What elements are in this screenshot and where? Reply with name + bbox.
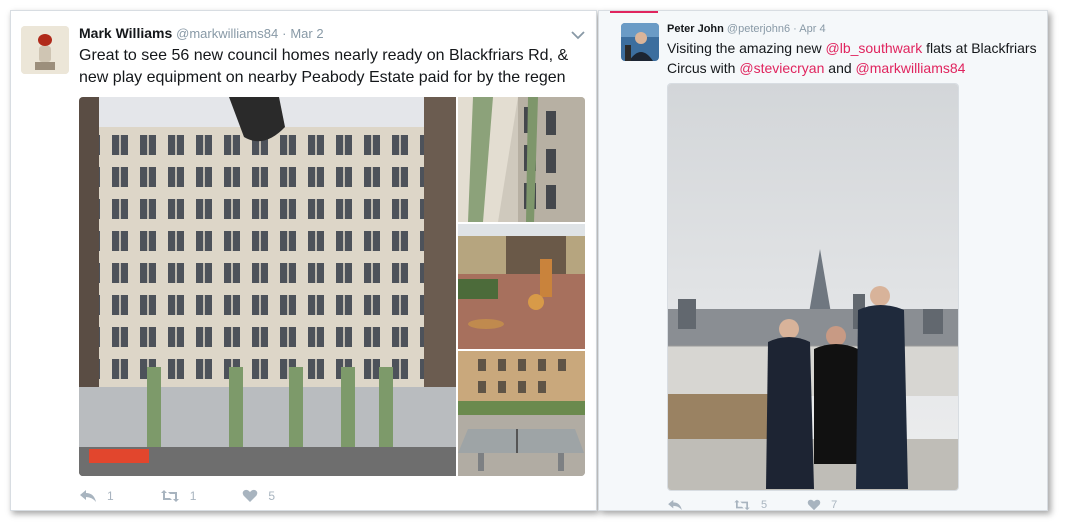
tweet-card-peter-john[interactable]: Peter John @peterjohn6 · Apr 4 Visiting … [598, 10, 1048, 511]
text-segment: Visiting the amazing new [667, 40, 826, 56]
author-name[interactable]: Peter John [667, 23, 724, 35]
separator-dot: · [282, 26, 287, 41]
tweet-card-mark-williams[interactable]: Mark Williams @markwilliams84 · Mar 2 Gr… [10, 10, 597, 511]
photo-rooftop-group[interactable] [667, 83, 959, 491]
retweet-button[interactable]: 1 [160, 489, 197, 503]
avatar[interactable] [621, 23, 659, 61]
mention-link[interactable]: @markwilliams84 [856, 60, 966, 76]
author-handle[interactable]: @peterjohn6 [727, 23, 790, 35]
heart-icon [807, 499, 821, 510]
retweet-icon [734, 499, 750, 510]
heart-icon [243, 489, 258, 502]
photo-building-main[interactable] [79, 97, 456, 476]
tweet-date[interactable]: Mar 2 [290, 26, 323, 41]
separator-dot: · [793, 23, 797, 35]
reply-button[interactable]: 1 [79, 489, 114, 503]
tweet-date[interactable]: Apr 4 [799, 23, 825, 35]
retweet-button[interactable]: 5 [733, 499, 768, 511]
reply-count: 1 [107, 489, 114, 503]
mention-link[interactable]: @lb_southwark [826, 40, 923, 56]
retweet-count: 1 [189, 489, 197, 503]
retweet-icon [160, 490, 179, 502]
tweet-text: Great to see 56 new council homes nearly… [79, 47, 569, 86]
photo-facade-detail[interactable] [458, 97, 585, 222]
reply-icon [80, 490, 96, 502]
photo-table-tennis[interactable] [458, 351, 585, 476]
text-segment: and [824, 60, 856, 76]
chevron-down-icon[interactable] [571, 27, 585, 45]
photo-playground[interactable] [458, 224, 585, 349]
like-count: 5 [268, 489, 276, 503]
like-count: 7 [831, 499, 838, 511]
author-handle[interactable]: @markwilliams84 [176, 26, 278, 41]
like-button[interactable]: 5 [242, 489, 275, 503]
like-button[interactable]: 7 [807, 499, 838, 511]
tweet-text: Visiting the amazing new @lb_southwark f… [667, 38, 1047, 78]
reply-button[interactable] [667, 499, 693, 510]
active-tab-indicator [610, 11, 658, 13]
reply-icon [668, 499, 682, 510]
avatar[interactable] [21, 26, 69, 74]
mention-link[interactable]: @steviecryan [739, 60, 824, 76]
retweet-count: 5 [761, 499, 768, 511]
author-name[interactable]: Mark Williams [79, 25, 172, 41]
